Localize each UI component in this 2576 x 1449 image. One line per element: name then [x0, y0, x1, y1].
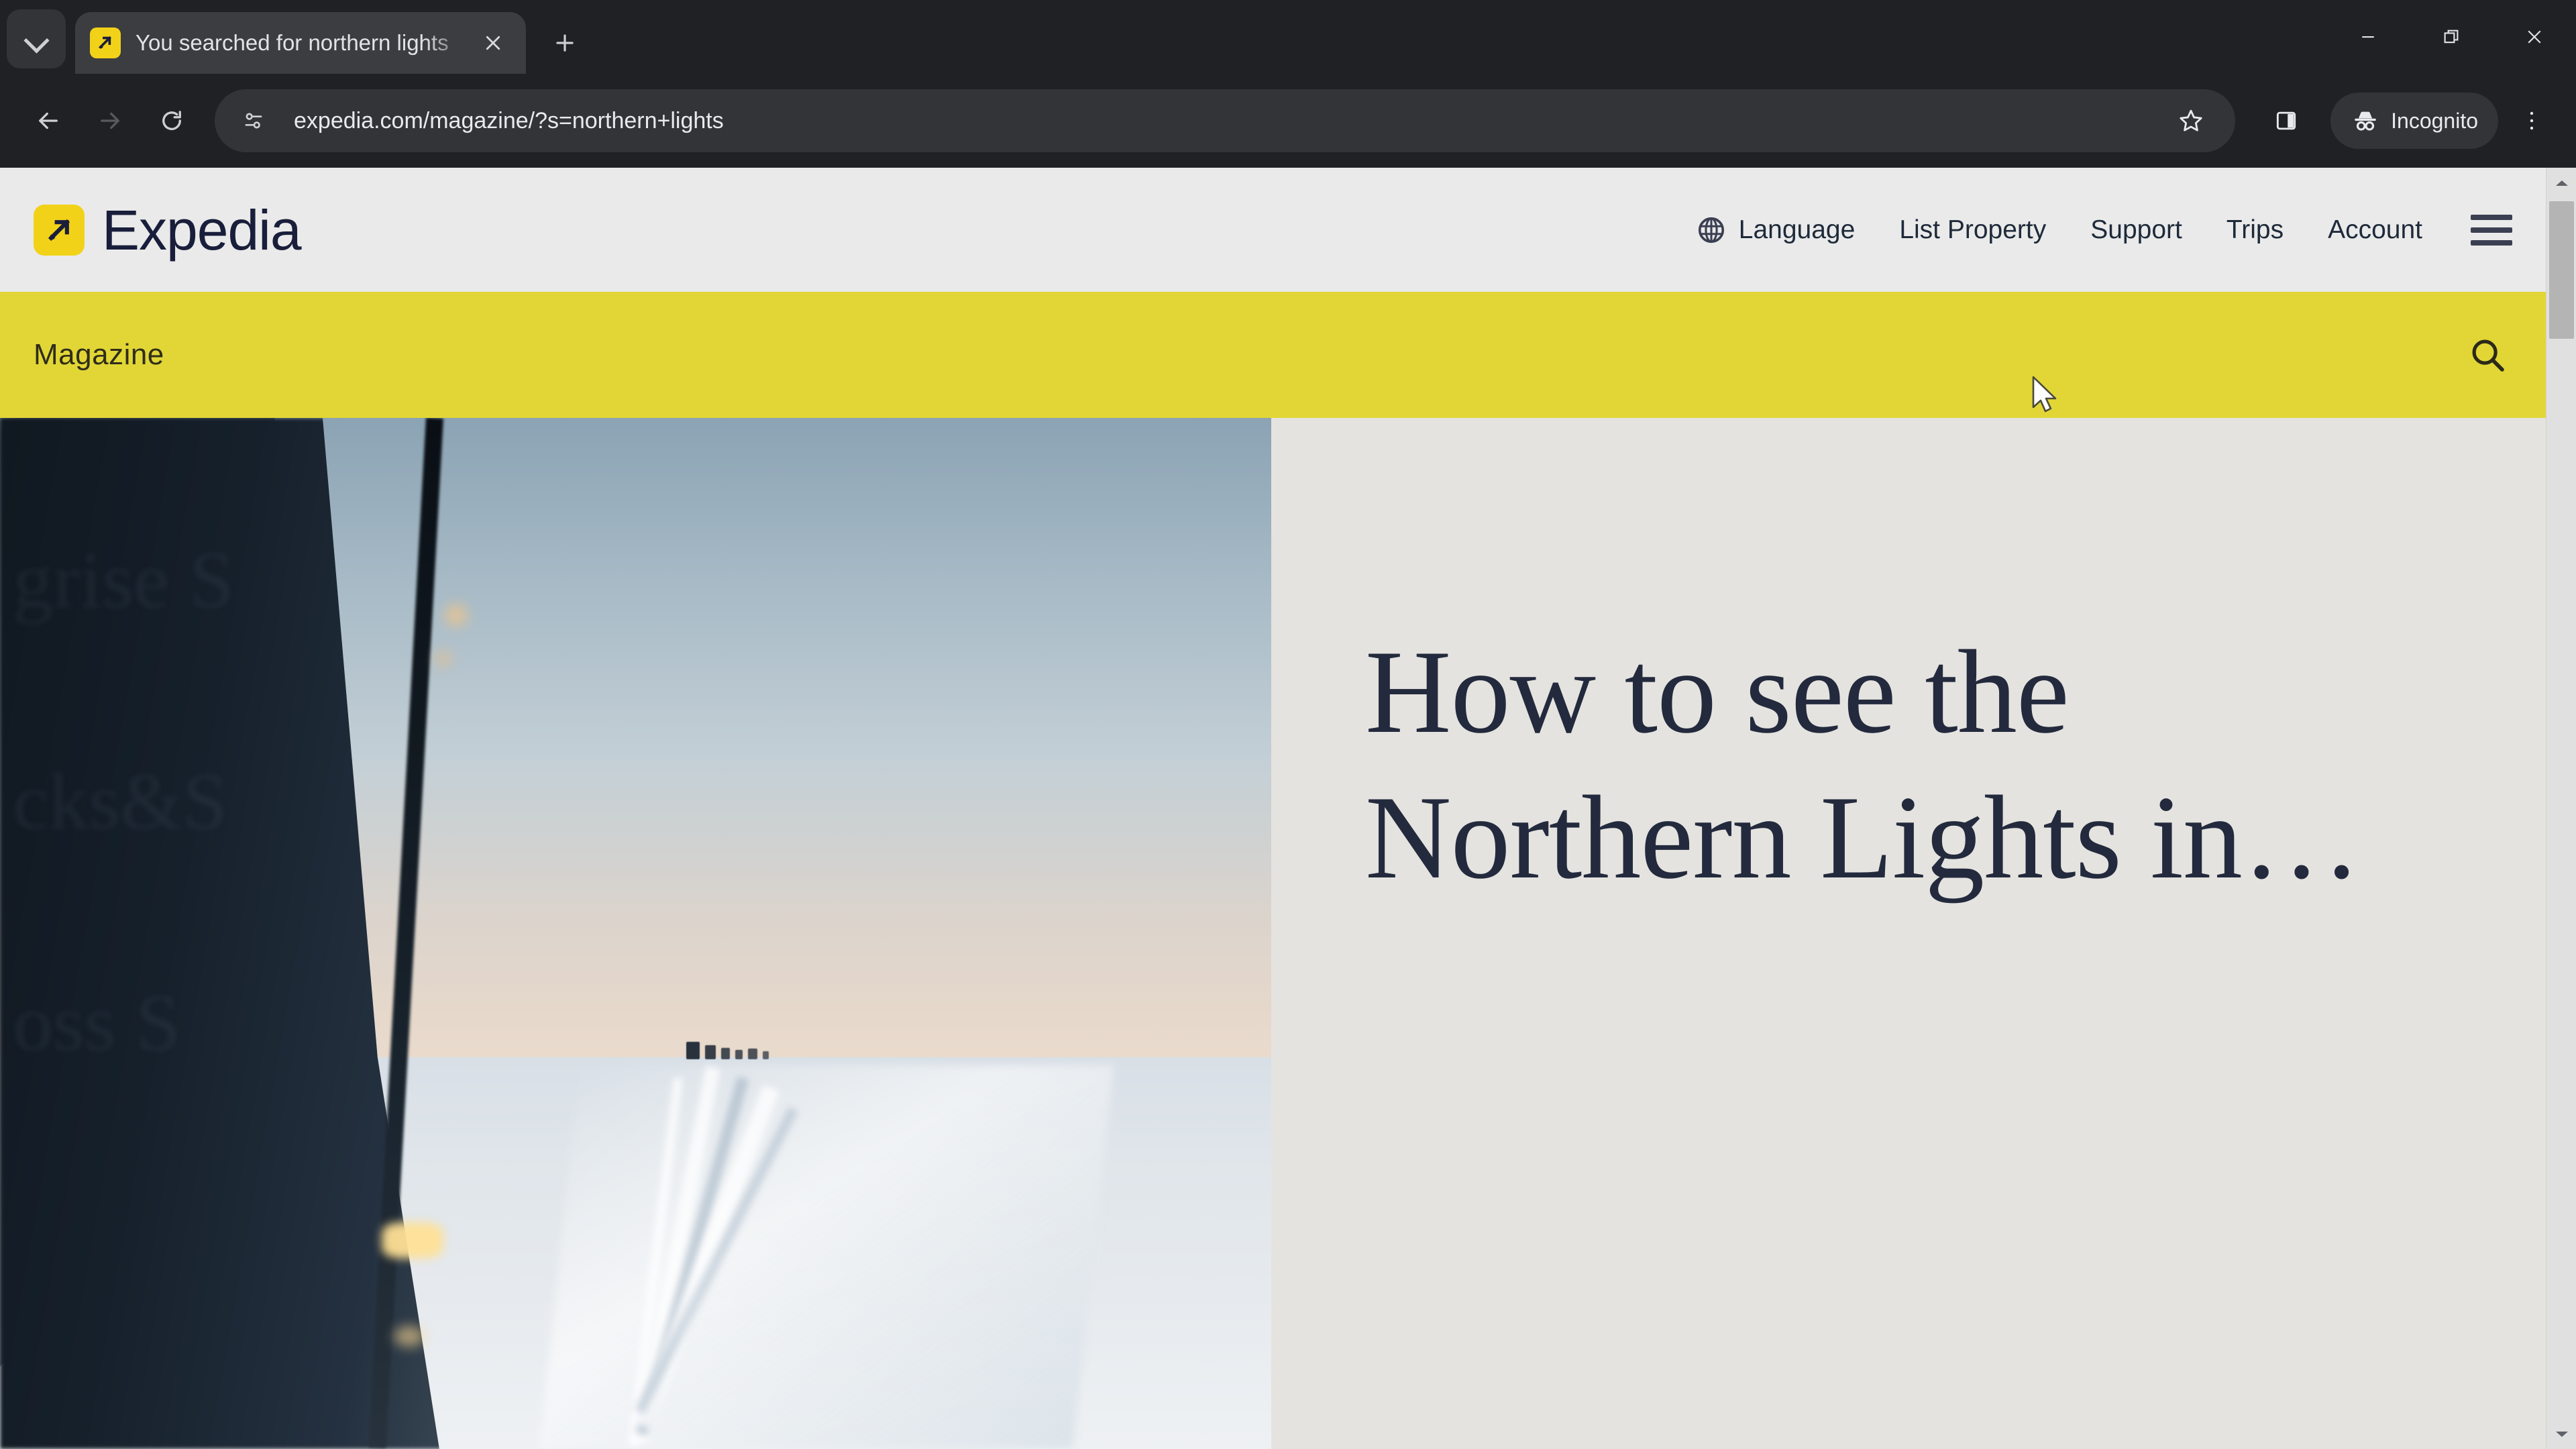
hero-image: grise Scks&S oss S	[0, 418, 1271, 1449]
nav-label: Support	[2090, 215, 2182, 244]
star-icon	[2180, 109, 2202, 131]
expedia-arrow-favicon	[90, 28, 121, 58]
close-icon[interactable]	[475, 25, 511, 61]
chevron-down-icon	[25, 28, 48, 50]
page-scrollbar[interactable]	[2546, 168, 2576, 1449]
back-button[interactable]	[17, 90, 79, 152]
page-viewport: Expedia Language List Property Support T…	[0, 168, 2576, 1449]
web-page: Expedia Language List Property Support T…	[0, 168, 2546, 1449]
restore-button[interactable]	[2410, 0, 2493, 74]
forward-button[interactable]	[79, 90, 141, 152]
incognito-icon	[2355, 111, 2376, 131]
side-panel-button[interactable]	[2257, 91, 2316, 150]
site-navigation: Language List Property Support Trips Acc…	[1696, 214, 2512, 246]
reload-icon	[162, 111, 181, 130]
nav-label: List Property	[1899, 215, 2047, 244]
expedia-arrow-icon	[34, 204, 85, 256]
site-header: Expedia Language List Property Support T…	[0, 168, 2546, 292]
tab-title: You searched for northern lights	[136, 30, 449, 55]
hamburger-menu-icon[interactable]	[2471, 214, 2512, 246]
snowmobile-convoy	[686, 1041, 774, 1059]
plus-icon	[556, 34, 574, 52]
nav-label: Trips	[2226, 215, 2284, 244]
logo-text: Expedia	[102, 198, 302, 262]
nav-item-support[interactable]: Support	[2090, 215, 2182, 245]
nav-item-trips[interactable]: Trips	[2226, 215, 2284, 245]
minimize-button[interactable]	[2326, 0, 2410, 74]
nav-label: Language	[1738, 215, 1856, 244]
arrow-right-icon	[101, 112, 119, 129]
side-panel-icon	[2277, 111, 2296, 130]
caret-down-icon	[2555, 1431, 2568, 1437]
nav-item-account[interactable]: Account	[2328, 215, 2422, 245]
hero-text-panel: How to see the Northern Lights in…	[1271, 418, 2546, 1449]
window-controls	[2326, 0, 2576, 74]
nav-item-list-property[interactable]: List Property	[1899, 215, 2046, 245]
browser-tab[interactable]: You searched for northern lights	[75, 12, 526, 74]
close-button[interactable]	[2493, 0, 2576, 74]
minimize-icon	[2362, 36, 2374, 38]
reload-button[interactable]	[141, 90, 203, 152]
arrow-left-icon	[39, 112, 58, 129]
restore-icon	[2444, 30, 2459, 44]
browser-window: You searched for northern lights expedia…	[0, 0, 2576, 1449]
article-headline[interactable]: How to see the Northern Lights in…	[1365, 619, 2492, 910]
tune-icon[interactable]	[229, 97, 278, 145]
tab-search-button[interactable]	[7, 9, 66, 68]
scroll-up-button[interactable]	[2546, 168, 2576, 198]
nav-item-language[interactable]: Language	[1696, 215, 1856, 246]
magazine-title[interactable]: Magazine	[34, 338, 164, 372]
search-icon[interactable]	[2463, 330, 2512, 380]
globe-icon	[1696, 215, 1727, 246]
address-bar[interactable]: expedia.com/magazine/?s=northern+lights	[215, 89, 2236, 152]
caret-up-icon	[2555, 180, 2568, 186]
three-dot-menu-icon	[2530, 111, 2534, 130]
scrollbar-thumb[interactable]	[2549, 201, 2574, 339]
scroll-down-button[interactable]	[2546, 1419, 2576, 1449]
incognito-indicator[interactable]: Incognito	[2330, 93, 2498, 149]
hero-section: grise Scks&S oss S How to see the Norther…	[0, 418, 2546, 1449]
bookmark-button[interactable]	[2161, 91, 2220, 150]
nav-label: Account	[2328, 215, 2422, 244]
browser-menu-button[interactable]	[2505, 91, 2559, 150]
new-tab-button[interactable]	[541, 19, 589, 67]
tab-strip: You searched for northern lights	[0, 0, 2576, 74]
url-text[interactable]: expedia.com/magazine/?s=northern+lights	[294, 108, 2161, 134]
browser-toolbar: expedia.com/magazine/?s=northern+lights …	[0, 74, 2576, 168]
close-icon	[2528, 30, 2541, 44]
expedia-logo[interactable]: Expedia	[34, 198, 302, 262]
magazine-bar: Magazine	[0, 292, 2546, 418]
incognito-label: Incognito	[2391, 108, 2478, 133]
